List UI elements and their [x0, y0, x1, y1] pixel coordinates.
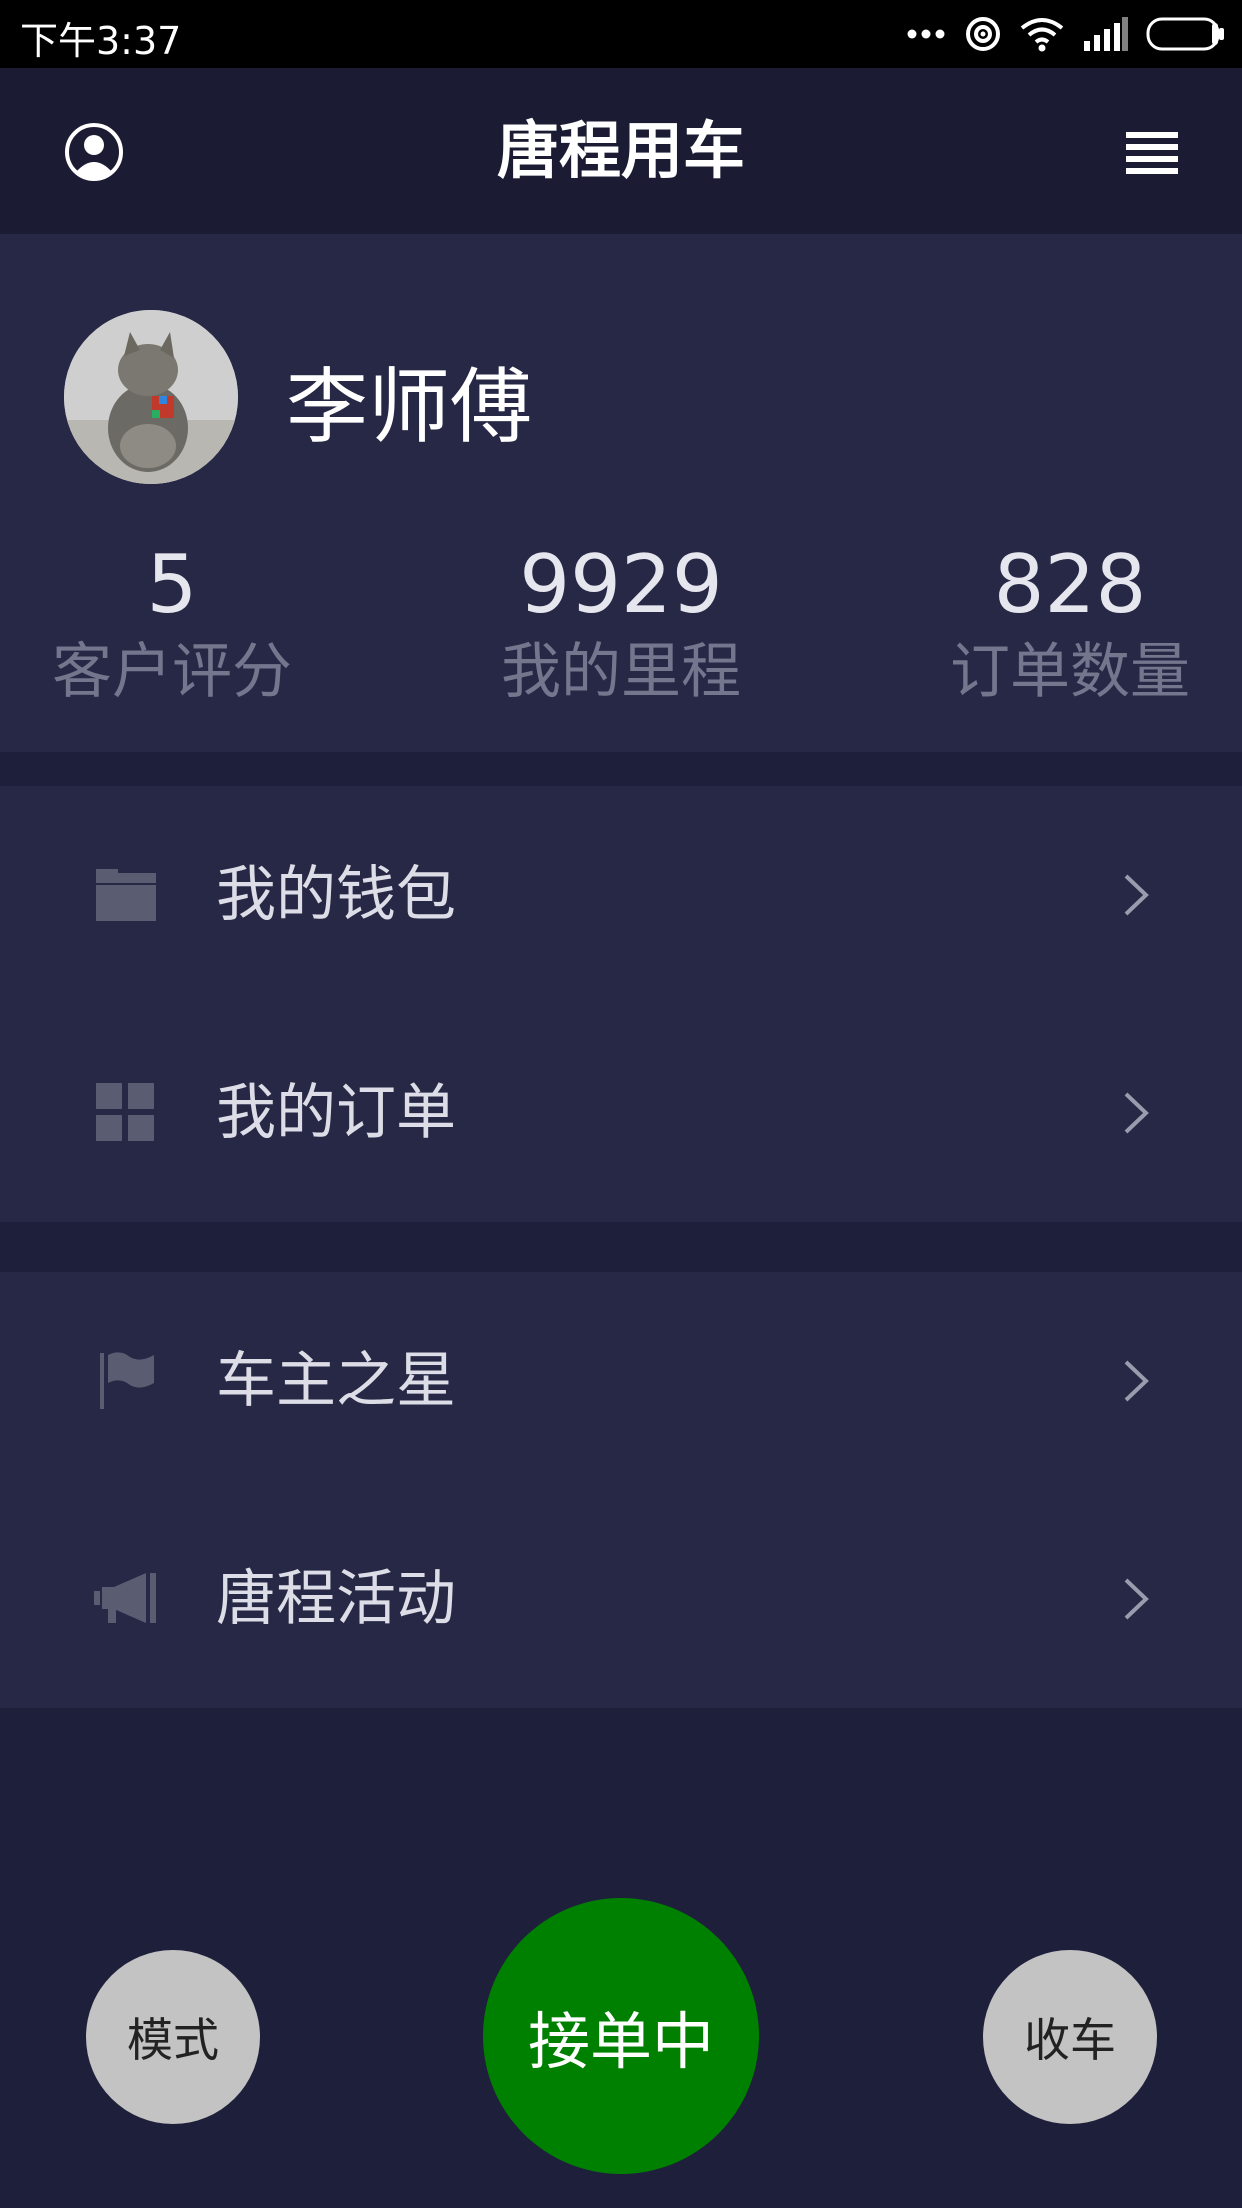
menu-item-label: 车主之星 [216, 1346, 456, 1416]
stat-rating: 5 客户评分 [22, 540, 322, 712]
menu-item-star-owner[interactable]: 车主之星 [0, 1272, 1242, 1490]
profile-icon[interactable] [64, 122, 124, 182]
stat-label: 订单数量 [950, 637, 1190, 707]
driver-name: 李师傅 [286, 360, 533, 455]
menu-item-label: 我的订单 [216, 1078, 456, 1148]
app-title: 唐程用车 [496, 114, 745, 187]
status-time: 下午3:37 [20, 19, 182, 63]
avatar-image [64, 310, 238, 484]
stat-value: 5 [146, 538, 198, 631]
chevron-right-icon [1124, 1092, 1149, 1134]
menu-group-secondary: 车主之星 唐程活动 [0, 1272, 1242, 1708]
chevron-right-icon [1124, 1578, 1149, 1620]
stat-label: 客户评分 [52, 637, 292, 707]
menu-item-wallet[interactable]: 我的钱包 [0, 786, 1242, 1004]
stat-value: 828 [993, 538, 1147, 631]
megaphone-icon [94, 1573, 156, 1623]
app-header: 唐程用车 [0, 68, 1242, 234]
chevron-right-icon [1124, 874, 1149, 916]
accepting-orders-button[interactable]: 接单中 [483, 1898, 759, 2174]
hotspot-icon [966, 17, 1000, 51]
mode-button[interactable]: 模式 [86, 1950, 260, 2124]
flag-icon [100, 1352, 154, 1409]
menu-item-label: 唐程活动 [216, 1564, 456, 1634]
menu-group-primary: 我的钱包 我的订单 [0, 786, 1242, 1222]
status-bar: 下午3:37 [0, 0, 1242, 68]
stat-orders: 828 订单数量 [920, 540, 1220, 712]
status-icons [906, 14, 1226, 54]
menu-item-activities[interactable]: 唐程活动 [0, 1490, 1242, 1708]
avatar[interactable] [64, 310, 238, 484]
signal-icon [1084, 17, 1128, 51]
menu-icon[interactable] [1126, 130, 1178, 178]
menu-item-orders[interactable]: 我的订单 [0, 1004, 1242, 1222]
stop-service-button[interactable]: 收车 [983, 1950, 1157, 2124]
grid-icon [96, 1083, 154, 1141]
menu-item-label: 我的钱包 [216, 860, 456, 930]
stat-value: 9929 [519, 538, 723, 631]
wallet-icon [96, 869, 156, 921]
stat-label: 我的里程 [501, 637, 741, 707]
battery-icon [1146, 17, 1224, 51]
more-dots-icon [907, 29, 945, 39]
stat-mileage: 9929 我的里程 [471, 540, 771, 712]
chevron-right-icon [1124, 1360, 1149, 1402]
wifi-icon [1020, 18, 1064, 52]
